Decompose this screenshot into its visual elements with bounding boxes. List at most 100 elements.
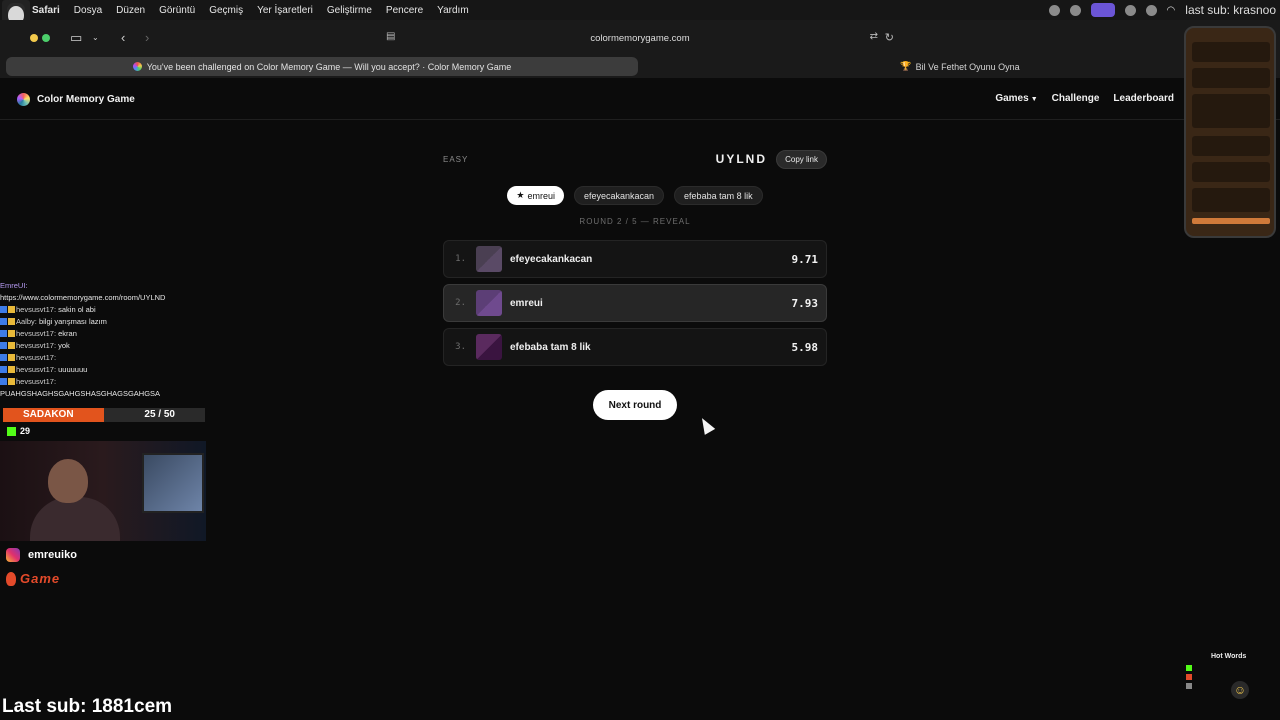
chat-message: hevsusvt17: sakin ol abi bbox=[0, 304, 206, 316]
menu-safari[interactable]: Safari bbox=[32, 5, 60, 16]
copy-link-button[interactable]: Copy link bbox=[776, 150, 827, 169]
round-label: ROUND 2 / 5 — REVEAL bbox=[579, 217, 691, 226]
chat-message: PUAHGSHAGHSGAHGSHASGHAGSGAHGSA bbox=[0, 389, 161, 398]
menu-yardim[interactable]: Yardım bbox=[437, 5, 469, 16]
badge-icon bbox=[8, 318, 15, 325]
result-score: 7.93 bbox=[791, 297, 819, 310]
color-swatch bbox=[476, 246, 502, 272]
wifi-icon[interactable]: ◠ bbox=[1167, 5, 1176, 16]
menu-gecmis[interactable]: Geçmiş bbox=[209, 5, 243, 16]
favicon-icon bbox=[132, 62, 142, 71]
chat-message: https://www.colormemorygame.com/room/UYL… bbox=[0, 293, 166, 302]
trophy-icon: 🏆 bbox=[900, 61, 912, 71]
tab-color-memory-game[interactable]: You've been challenged on Color Memory G… bbox=[6, 57, 638, 76]
badge-icon bbox=[0, 318, 7, 325]
site-header: Color Memory Game Games ▼ Challenge Leade… bbox=[0, 80, 1280, 120]
flame-logo-icon bbox=[6, 571, 16, 586]
list-icon bbox=[1186, 683, 1192, 689]
badge-icon bbox=[0, 306, 7, 313]
badge-icon bbox=[8, 354, 15, 361]
hot-words-icons bbox=[1186, 665, 1192, 689]
menu-dosya[interactable]: Dosya bbox=[74, 5, 102, 16]
color-swatch bbox=[476, 334, 502, 360]
nav-leaderboard[interactable]: Leaderboard bbox=[1113, 93, 1174, 104]
instagram-handle: emreuiko bbox=[6, 548, 77, 562]
menu-yer-isaretleri[interactable]: Yer İşaretleri bbox=[257, 5, 313, 16]
result-row: 2. emreui 7.93 bbox=[443, 284, 827, 322]
chat-message: hevsusvt17: bbox=[0, 376, 206, 388]
brand-link[interactable]: Color Memory Game bbox=[17, 93, 135, 106]
difficulty-label: EASY bbox=[443, 155, 469, 164]
brand-name: Color Memory Game bbox=[37, 94, 135, 105]
forward-icon[interactable]: › bbox=[145, 30, 149, 45]
star-icon: ★ bbox=[516, 190, 525, 200]
status-dot-icon[interactable] bbox=[1048, 4, 1060, 16]
tab-label: You've been challenged on Color Memory G… bbox=[146, 61, 512, 72]
creative-cloud-icon[interactable] bbox=[1069, 4, 1081, 16]
result-player-name: emreui bbox=[510, 297, 543, 309]
zoom-icon[interactable] bbox=[42, 34, 50, 42]
player-chip-efeyecakankacan: efeyecakankacan bbox=[573, 186, 665, 205]
kick-icon bbox=[1186, 665, 1192, 671]
tab-bil-ve-fethet[interactable]: 🏆 Bil Ve Fethet Oyunu Oyna bbox=[650, 57, 1270, 76]
player-list: ★ emreui efeyecakankacan efebaba tam 8 li… bbox=[443, 186, 827, 205]
minimize-icon[interactable] bbox=[30, 34, 38, 42]
badge-icon bbox=[8, 306, 15, 313]
kick-viewers: 29 bbox=[7, 426, 30, 436]
badge-icon bbox=[0, 378, 7, 385]
flame-icon bbox=[1186, 674, 1192, 680]
sub-goal-bar: SADAKON 25 / 50 bbox=[3, 408, 205, 422]
address-bar[interactable]: ▤ colormemorygame.com ⇄ ↻ bbox=[380, 27, 900, 49]
color-swatch bbox=[476, 290, 502, 316]
phone-mirror bbox=[1184, 26, 1276, 238]
translate-icon[interactable]: ⇄ bbox=[870, 31, 878, 42]
page-menu-icon[interactable]: ▤ bbox=[386, 31, 395, 42]
room-code: UYLND bbox=[715, 152, 767, 166]
result-player-name: efeyecakankacan bbox=[510, 253, 593, 265]
menu-pencere[interactable]: Pencere bbox=[386, 5, 423, 16]
menu-duzen[interactable]: Düzen bbox=[116, 5, 145, 16]
reload-icon[interactable]: ↻ bbox=[885, 31, 894, 44]
next-round-button[interactable]: Next round bbox=[592, 390, 678, 420]
chevron-down-icon[interactable]: ⌄ bbox=[92, 33, 99, 42]
chat-message: hevsusvt17: uuuuuuu bbox=[0, 364, 206, 376]
emoji-icon[interactable]: ☺ bbox=[1231, 681, 1249, 699]
play-icon[interactable] bbox=[1145, 4, 1157, 16]
macos-menubar: Safari Dosya Düzen Görüntü Geçmiş Yer İş… bbox=[0, 0, 1280, 20]
player-chip-emreui: ★ emreui bbox=[507, 186, 564, 205]
results-list: 1. efeyecakankacan 9.71 2. emreui 7.93 3… bbox=[443, 240, 827, 366]
main-nav: Games ▼ Challenge Leaderboard bbox=[995, 93, 1174, 104]
result-rank: 1. bbox=[455, 254, 466, 264]
tab-label: Bil Ve Fethet Oyunu Oyna bbox=[915, 61, 1020, 72]
instagram-icon bbox=[6, 548, 20, 562]
chat-message: hevsusvt17: ekran bbox=[0, 328, 206, 340]
badge-icon bbox=[8, 330, 15, 337]
chat-message: hevsusvt17: bbox=[0, 352, 206, 364]
result-rank: 3. bbox=[455, 342, 466, 352]
result-score: 9.71 bbox=[791, 253, 819, 266]
color-wheel-logo-icon bbox=[17, 93, 30, 106]
chevron-down-icon: ▼ bbox=[1030, 96, 1038, 103]
screen-share-icon[interactable] bbox=[1090, 3, 1115, 17]
badge-icon bbox=[0, 354, 7, 361]
game-panel: EASY UYLND Copy link ★ emreui efeyecakank… bbox=[443, 150, 827, 420]
last-sub-overlay: last sub: krasnoo bbox=[1185, 3, 1276, 17]
badge-icon bbox=[8, 378, 15, 385]
nav-challenge[interactable]: Challenge bbox=[1052, 93, 1100, 104]
nav-games[interactable]: Games ▼ bbox=[995, 93, 1037, 104]
result-rank: 2. bbox=[455, 298, 466, 308]
sub-goal-count: 25 / 50 bbox=[144, 409, 175, 420]
sub-goal-name: SADAKON bbox=[23, 409, 74, 420]
last-sub-label: Last sub: 1881cem bbox=[2, 696, 173, 717]
badge-icon bbox=[0, 366, 7, 373]
sidebar-toggle-icon[interactable]: ▭ bbox=[70, 30, 82, 46]
menu-gelistirme[interactable]: Geliştirme bbox=[327, 5, 372, 16]
back-icon[interactable]: ‹ bbox=[121, 30, 125, 45]
menu-goruntu[interactable]: Görüntü bbox=[159, 5, 195, 16]
stream-chat: EmreUI: https://www.colormemorygame.com/… bbox=[0, 280, 206, 400]
webcam-feed bbox=[0, 441, 206, 541]
result-row: 3. efebaba tam 8 lik 5.98 bbox=[443, 328, 827, 366]
badge-icon bbox=[8, 342, 15, 349]
bluetooth-icon[interactable] bbox=[1124, 4, 1136, 16]
sponsor-logo: Game bbox=[6, 571, 60, 586]
